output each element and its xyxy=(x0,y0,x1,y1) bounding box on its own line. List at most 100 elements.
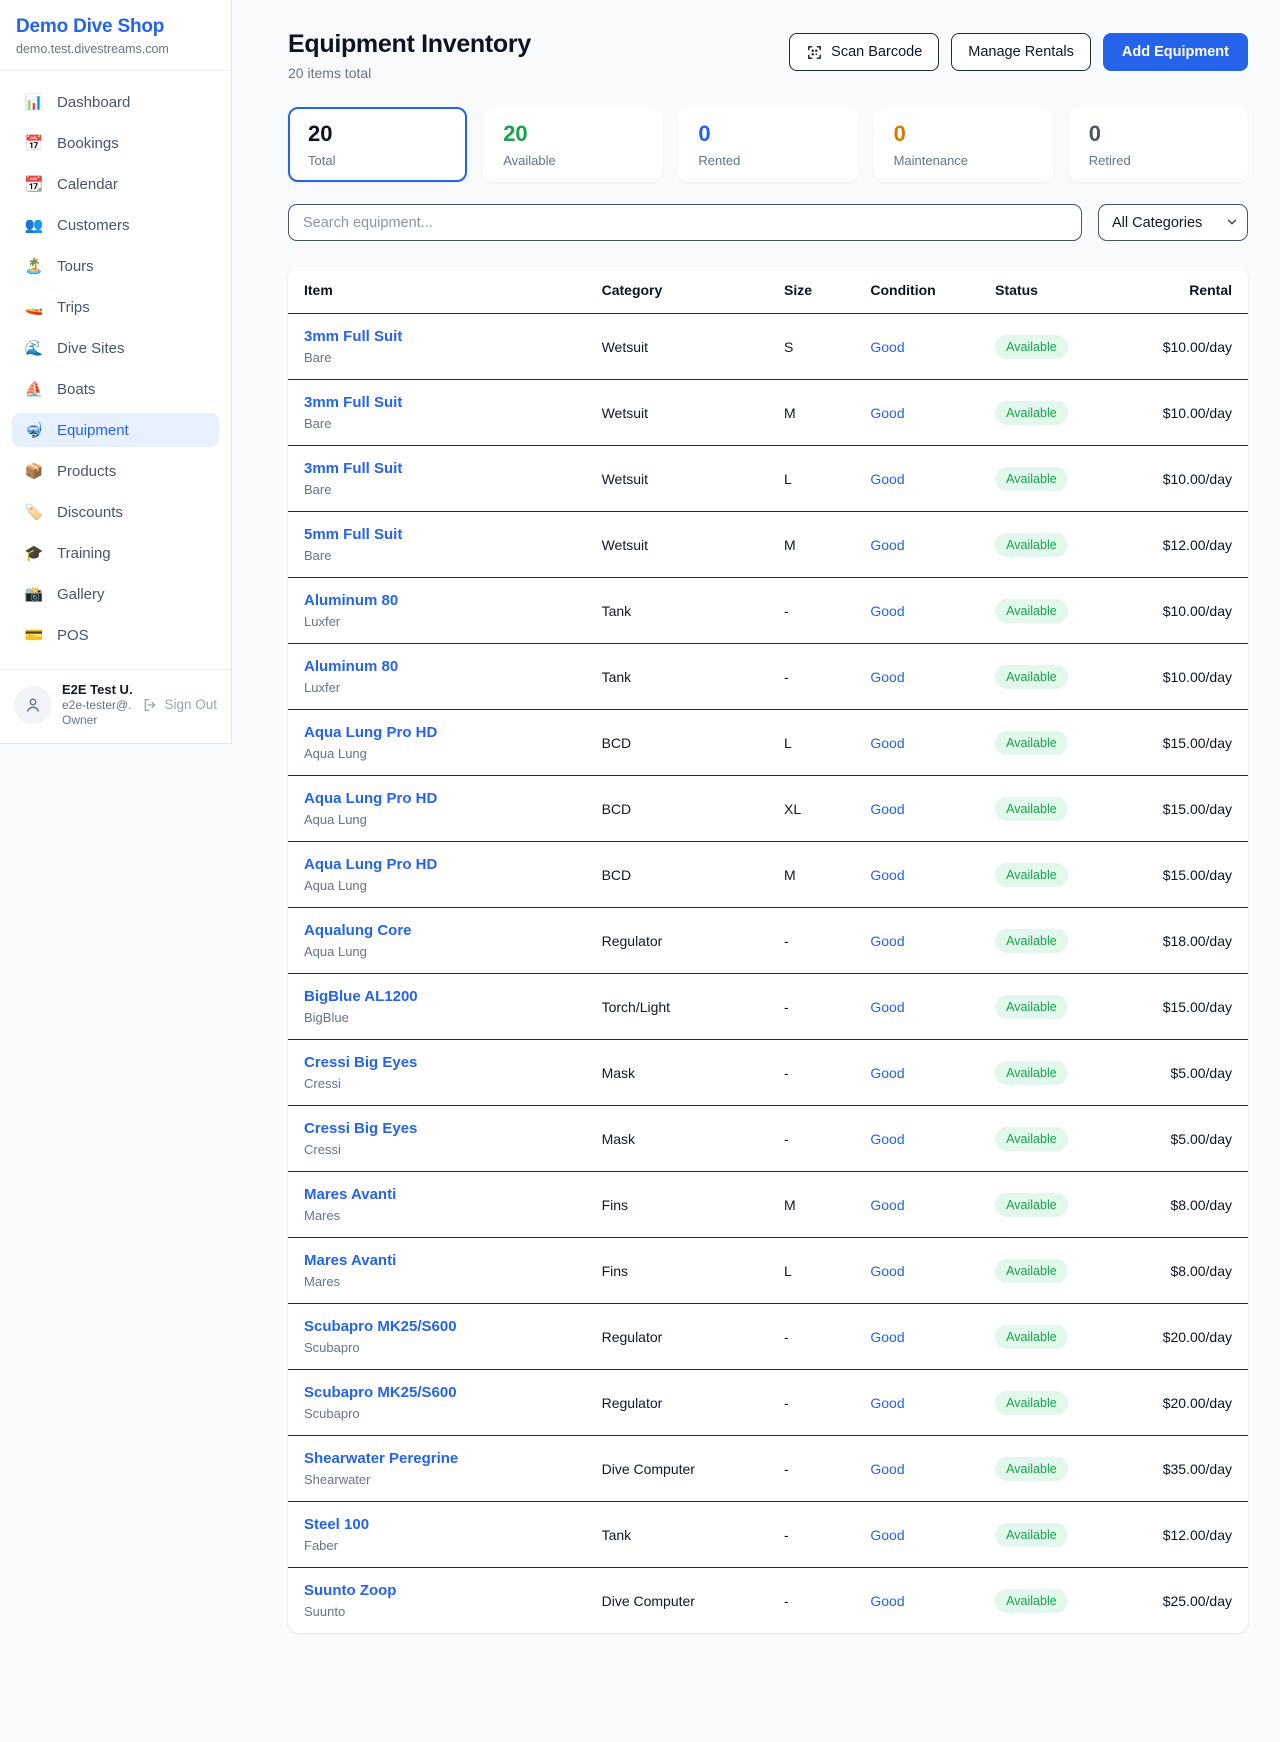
item-name-link[interactable]: Cressi Big Eyes xyxy=(304,1054,417,1071)
item-name-link[interactable]: 5mm Full Suit xyxy=(304,526,402,543)
item-name-link[interactable]: Mares Avanti xyxy=(304,1252,396,1269)
graduation-cap-icon: 🎓 xyxy=(24,544,44,562)
item-brand: Cressi xyxy=(304,1076,570,1091)
item-name-link[interactable]: Steel 100 xyxy=(304,1516,369,1533)
sidebar-item-calendar[interactable]: 📆 Calendar xyxy=(12,167,219,201)
sidebar-item-discounts[interactable]: 🏷️ Discounts xyxy=(12,495,219,529)
sailboat-icon: ⛵ xyxy=(24,380,44,398)
stat-card-rented[interactable]: 0 Rented xyxy=(678,107,857,182)
item-condition-link[interactable]: Good xyxy=(870,933,904,949)
column-header-condition: Condition xyxy=(854,267,979,314)
credit-card-icon: 💳 xyxy=(24,626,44,644)
item-condition-link[interactable]: Good xyxy=(870,339,904,355)
item-name-link[interactable]: Suunto Zoop xyxy=(304,1582,396,1599)
item-name-link[interactable]: Aqualung Core xyxy=(304,922,412,939)
sidebar-item-equipment[interactable]: 🤿 Equipment xyxy=(12,413,219,447)
column-header-status: Status xyxy=(979,267,1142,314)
sidebar-item-products[interactable]: 📦 Products xyxy=(12,454,219,488)
sidebar-item-bookings[interactable]: 📅 Bookings xyxy=(12,126,219,160)
item-condition-link[interactable]: Good xyxy=(870,669,904,685)
item-name-link[interactable]: Aqua Lung Pro HD xyxy=(304,790,437,807)
sidebar-item-customers[interactable]: 👥 Customers xyxy=(12,208,219,242)
item-name-link[interactable]: Aqua Lung Pro HD xyxy=(304,856,437,873)
item-condition-link[interactable]: Good xyxy=(870,1197,904,1213)
add-equipment-button[interactable]: Add Equipment xyxy=(1103,33,1248,71)
item-category: Mask xyxy=(586,1106,768,1172)
stat-value: 20 xyxy=(503,121,642,147)
item-condition-link[interactable]: Good xyxy=(870,1593,904,1609)
sidebar-item-label: Trips xyxy=(57,299,90,316)
table-row: Steel 100 Faber Tank - Good Available $1… xyxy=(288,1502,1248,1568)
sign-out-label: Sign Out xyxy=(164,697,217,712)
item-name-link[interactable]: Scubapro MK25/S600 xyxy=(304,1384,457,1401)
manage-rentals-button[interactable]: Manage Rentals xyxy=(951,33,1091,71)
sign-out-button[interactable]: Sign Out xyxy=(142,697,217,713)
item-name-link[interactable]: Scubapro MK25/S600 xyxy=(304,1318,457,1335)
item-condition-link[interactable]: Good xyxy=(870,801,904,817)
item-rental: $10.00/day xyxy=(1142,644,1248,710)
sidebar-item-label: Dashboard xyxy=(57,94,130,111)
sidebar-item-dive-sites[interactable]: 🌊 Dive Sites xyxy=(12,331,219,365)
item-condition-link[interactable]: Good xyxy=(870,1263,904,1279)
status-badge: Available xyxy=(995,335,1068,359)
sidebar-item-dashboard[interactable]: 📊 Dashboard xyxy=(12,85,219,119)
stat-card-total[interactable]: 20 Total xyxy=(288,107,467,182)
item-condition-link[interactable]: Good xyxy=(870,405,904,421)
item-category: Tank xyxy=(586,1502,768,1568)
table-row: Mares Avanti Mares Fins M Good Available… xyxy=(288,1172,1248,1238)
stat-card-maintenance[interactable]: 0 Maintenance xyxy=(874,107,1053,182)
item-condition-link[interactable]: Good xyxy=(870,537,904,553)
item-name-link[interactable]: Mares Avanti xyxy=(304,1186,396,1203)
item-condition-link[interactable]: Good xyxy=(870,1395,904,1411)
item-name-link[interactable]: Shearwater Peregrine xyxy=(304,1450,458,1467)
item-condition-link[interactable]: Good xyxy=(870,603,904,619)
scan-barcode-button[interactable]: Scan Barcode xyxy=(789,33,939,71)
sidebar-item-label: Boats xyxy=(57,381,95,398)
item-name-link[interactable]: 3mm Full Suit xyxy=(304,394,402,411)
item-condition-link[interactable]: Good xyxy=(870,1461,904,1477)
stat-label: Total xyxy=(308,153,447,168)
sidebar-item-label: Tours xyxy=(57,258,94,275)
item-category: Regulator xyxy=(586,908,768,974)
item-condition-link[interactable]: Good xyxy=(870,1131,904,1147)
item-name-link[interactable]: Cressi Big Eyes xyxy=(304,1120,417,1137)
sidebar-item-gallery[interactable]: 📸 Gallery xyxy=(12,577,219,611)
sidebar-item-trips[interactable]: 🚤 Trips xyxy=(12,290,219,324)
search-input[interactable] xyxy=(288,204,1082,241)
main-content: Equipment Inventory 20 items total Scan … xyxy=(232,0,1280,1667)
sidebar-item-label: Training xyxy=(57,545,111,562)
item-condition-link[interactable]: Good xyxy=(870,735,904,751)
table-row: Aluminum 80 Luxfer Tank - Good Available… xyxy=(288,578,1248,644)
item-condition-link[interactable]: Good xyxy=(870,471,904,487)
item-name-link[interactable]: 3mm Full Suit xyxy=(304,460,402,477)
item-category: Tank xyxy=(586,644,768,710)
sidebar-item-label: Calendar xyxy=(57,176,118,193)
item-size: L xyxy=(768,446,854,512)
item-condition-link[interactable]: Good xyxy=(870,1329,904,1345)
item-name-link[interactable]: BigBlue AL1200 xyxy=(304,988,418,1005)
sidebar-item-tours[interactable]: 🏝️ Tours xyxy=(12,249,219,283)
item-category: Wetsuit xyxy=(586,512,768,578)
wave-icon: 🌊 xyxy=(24,339,44,357)
sidebar: Demo Dive Shop demo.test.divestreams.com… xyxy=(0,0,232,744)
item-category: Dive Computer xyxy=(586,1568,768,1634)
sidebar-item-pos[interactable]: 💳 POS xyxy=(12,618,219,652)
item-brand: Aqua Lung xyxy=(304,812,570,827)
item-name-link[interactable]: Aluminum 80 xyxy=(304,592,398,609)
item-name-link[interactable]: Aluminum 80 xyxy=(304,658,398,675)
item-condition-link[interactable]: Good xyxy=(870,1065,904,1081)
item-condition-link[interactable]: Good xyxy=(870,999,904,1015)
sidebar-item-boats[interactable]: ⛵ Boats xyxy=(12,372,219,406)
item-category: Tank xyxy=(586,578,768,644)
item-brand: Scubapro xyxy=(304,1406,570,1421)
item-condition-link[interactable]: Good xyxy=(870,867,904,883)
sidebar-item-training[interactable]: 🎓 Training xyxy=(12,536,219,570)
item-category: Regulator xyxy=(586,1304,768,1370)
stat-card-retired[interactable]: 0 Retired xyxy=(1069,107,1248,182)
item-size: L xyxy=(768,1238,854,1304)
item-name-link[interactable]: Aqua Lung Pro HD xyxy=(304,724,437,741)
category-select[interactable]: All Categories xyxy=(1098,204,1248,241)
item-condition-link[interactable]: Good xyxy=(870,1527,904,1543)
item-name-link[interactable]: 3mm Full Suit xyxy=(304,328,402,345)
stat-card-available[interactable]: 20 Available xyxy=(483,107,662,182)
